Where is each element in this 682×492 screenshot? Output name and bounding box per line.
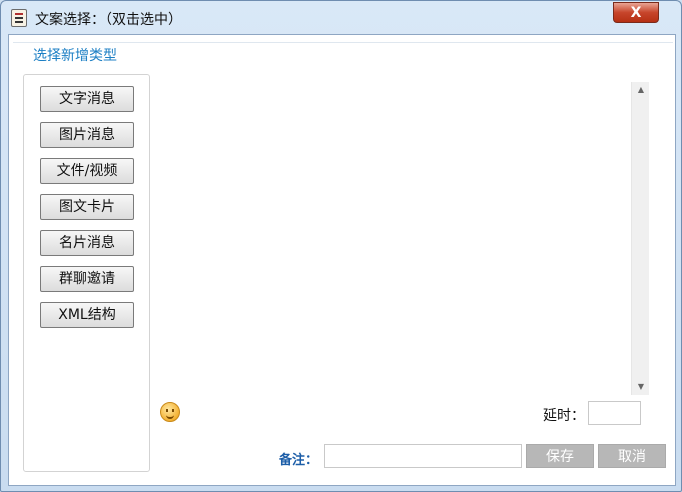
- dialog-content: 选择新增类型 文字消息 图片消息 文件/视频 图文卡片 名片消息 群聊邀请 XM…: [8, 34, 676, 486]
- delay-input[interactable]: [588, 401, 641, 425]
- type-list-panel: 文字消息 图片消息 文件/视频 图文卡片 名片消息 群聊邀请 XML结构: [23, 74, 150, 472]
- document-icon: [11, 9, 27, 27]
- smiley-icon[interactable]: [160, 402, 180, 422]
- type-button-xml[interactable]: XML结构: [40, 302, 134, 328]
- save-button[interactable]: 保存: [526, 444, 594, 468]
- type-button-card[interactable]: 图文卡片: [40, 194, 134, 220]
- type-button-text[interactable]: 文字消息: [40, 86, 134, 112]
- title-bar[interactable]: 文案选择：（双击选中） X: [1, 1, 681, 35]
- divider: [13, 42, 673, 43]
- content-text-area[interactable]: [157, 79, 651, 399]
- type-button-image[interactable]: 图片消息: [40, 122, 134, 148]
- delay-label: 延时：: [543, 408, 585, 424]
- section-label: 选择新增类型: [33, 48, 117, 64]
- cancel-button[interactable]: 取消: [598, 444, 666, 468]
- chevron-down-icon[interactable]: ▼: [632, 379, 650, 395]
- type-button-namecard[interactable]: 名片消息: [40, 230, 134, 256]
- remark-label: 备注：: [279, 453, 319, 468]
- dialog-window: 文案选择：（双击选中） X 选择新增类型 文字消息 图片消息 文件/视频 图文卡…: [0, 0, 682, 492]
- vertical-scrollbar[interactable]: ▲ ▼: [631, 82, 649, 395]
- chevron-up-icon[interactable]: ▲: [632, 82, 650, 98]
- window-title: 文案选择：（双击选中）: [35, 12, 182, 28]
- type-button-group-invite[interactable]: 群聊邀请: [40, 266, 134, 292]
- type-button-file-video[interactable]: 文件/视频: [40, 158, 134, 184]
- remark-input[interactable]: [324, 444, 522, 468]
- close-button[interactable]: X: [613, 2, 659, 23]
